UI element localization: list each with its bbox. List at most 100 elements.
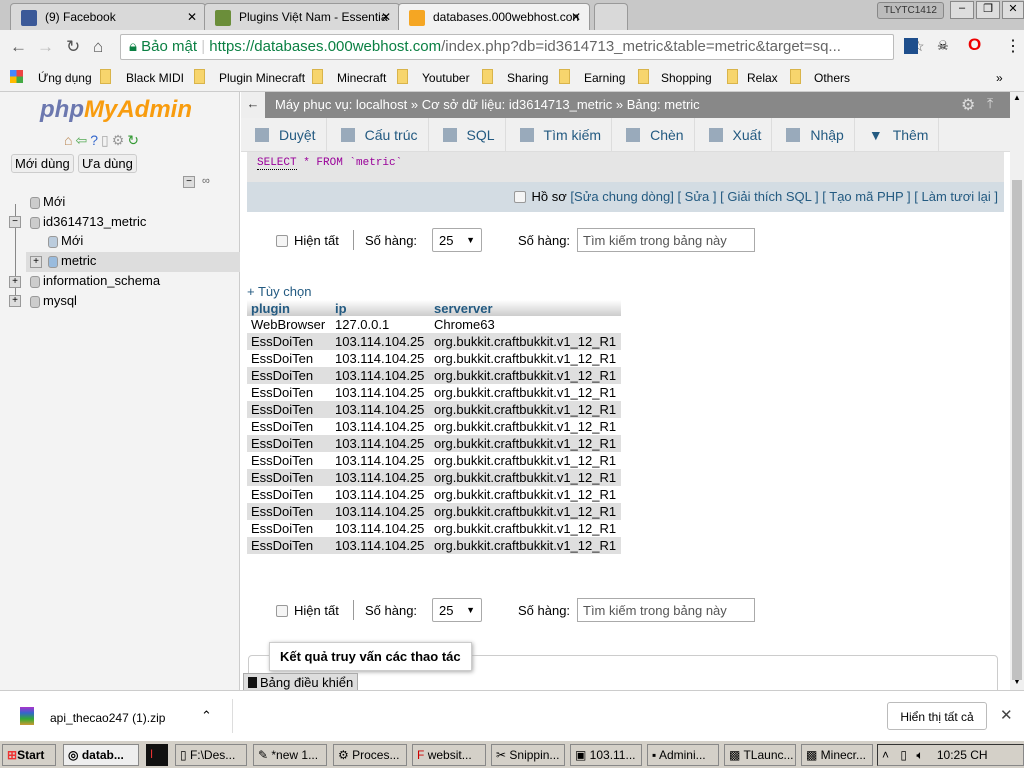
taskbar-item[interactable]: ▩ TLaunc... — [724, 744, 796, 766]
taskbar-item[interactable]: ▪ Admini... — [647, 744, 719, 766]
table-row[interactable]: EssDoiTen 103.114.104.25 org.bukkit.craftb… — [247, 537, 621, 554]
tab-import[interactable]: Nhập — [772, 118, 855, 152]
tree-new-db[interactable]: Mới — [30, 194, 65, 209]
bookmark-apps[interactable]: Ứng dụng — [38, 71, 92, 85]
table-cell-serverver[interactable]: Chrome63 — [430, 316, 621, 333]
bookmark-plugin-minecraft[interactable]: Plugin Minecraft — [219, 71, 305, 85]
collapse-all-icon[interactable]: − — [183, 176, 195, 188]
table-cell-ip[interactable]: 103.114.104.25 — [331, 503, 430, 520]
tab-structure[interactable]: Cấu trúc — [327, 118, 429, 152]
table-cell-plugin[interactable]: EssDoiTen — [247, 435, 331, 452]
minimize-button[interactable]: – — [950, 1, 974, 19]
home-icon[interactable]: ⌂ — [93, 37, 103, 57]
table-cell-ip[interactable]: 127.0.0.1 — [331, 316, 430, 333]
reload-icon[interactable]: ↻ — [66, 37, 80, 57]
column-serverver[interactable]: serverver — [430, 300, 621, 316]
table-cell-serverver[interactable]: org.bukkit.craftbukkit.v1_12_R1 — [430, 520, 621, 537]
collapse-icon[interactable]: − — [9, 216, 21, 228]
taskbar-item[interactable]: ✂ Snippin... — [491, 744, 565, 766]
table-cell-plugin[interactable]: EssDoiTen — [247, 520, 331, 537]
taskbar-item[interactable]: ◎ datab... — [63, 744, 139, 766]
table-cell-ip[interactable]: 103.114.104.25 — [331, 418, 430, 435]
table-cell-serverver[interactable]: org.bukkit.craftbukkit.v1_12_R1 — [430, 469, 621, 486]
table-cell-plugin[interactable]: EssDoiTen — [247, 537, 331, 554]
table-cell-plugin[interactable]: EssDoiTen — [247, 333, 331, 350]
phpmyadmin-logo[interactable]: phpMyAdmin — [40, 96, 192, 124]
tree-new-table[interactable]: Mới — [48, 233, 83, 248]
expand-icon[interactable]: + — [30, 256, 42, 268]
inline-edit-link[interactable]: [Sửa chung dòng] — [570, 189, 673, 204]
bookmark-youtuber[interactable]: Youtuber — [422, 71, 470, 85]
taskbar-item[interactable]: F websit... — [412, 744, 486, 766]
table-row[interactable]: EssDoiTen 103.114.104.25 org.bukkit.craftb… — [247, 452, 621, 469]
tab-insert[interactable]: Chèn — [612, 118, 695, 152]
tree-db-id3614713-metric[interactable]: id3614713_metric — [30, 214, 146, 229]
logout-icon[interactable]: ⇦ — [75, 132, 90, 148]
breadcrumb-server[interactable]: Máy phục vụ: localhost » — [275, 97, 418, 112]
table-cell-plugin[interactable]: EssDoiTen — [247, 401, 331, 418]
bookmark-shopping[interactable]: Shopping — [661, 71, 712, 85]
table-cell-plugin[interactable]: EssDoiTen — [247, 384, 331, 401]
table-cell-serverver[interactable]: org.bukkit.craftbukkit.v1_12_R1 — [430, 435, 621, 452]
table-cell-ip[interactable]: 103.114.104.25 — [331, 452, 430, 469]
table-cell-serverver[interactable]: org.bukkit.craftbukkit.v1_12_R1 — [430, 503, 621, 520]
table-cell-plugin[interactable]: EssDoiTen — [247, 452, 331, 469]
tree-db-information-schema[interactable]: information_schema — [30, 273, 160, 288]
favorites-button[interactable]: Ưa dùng — [78, 154, 137, 173]
filter-input[interactable]: Tìm kiếm trong bảng này — [577, 228, 755, 252]
url-input[interactable]: 🔒︎ Bảo mật | https://databases.000webhos… — [120, 34, 894, 60]
table-row[interactable]: EssDoiTen 103.114.104.25 org.bukkit.craftb… — [247, 333, 621, 350]
table-cell-ip[interactable]: 103.114.104.25 — [331, 537, 430, 554]
table-cell-plugin[interactable]: EssDoiTen — [247, 418, 331, 435]
recent-button[interactable]: Mới dùng — [11, 154, 74, 173]
rows-select[interactable]: 25 ▼ — [432, 598, 482, 622]
close-icon[interactable]: ✕ — [381, 10, 391, 24]
table-row[interactable]: EssDoiTen 103.114.104.25 org.bukkit.craftb… — [247, 503, 621, 520]
table-cell-serverver[interactable]: org.bukkit.craftbukkit.v1_12_R1 — [430, 537, 621, 554]
bookmark-minecraft[interactable]: Minecraft — [337, 71, 386, 85]
expand-icon[interactable]: + — [9, 276, 21, 288]
settings-icon[interactable]: ⚙ — [112, 132, 128, 148]
close-icon[interactable]: ✕ — [187, 10, 197, 24]
restore-button[interactable]: ❐ — [976, 1, 1000, 19]
table-cell-serverver[interactable]: org.bukkit.craftbukkit.v1_12_R1 — [430, 384, 621, 401]
new-tab-button[interactable] — [594, 3, 628, 30]
scrollbar-thumb[interactable] — [1012, 180, 1022, 680]
options-link[interactable]: + Tùy chọn — [247, 284, 311, 299]
table-cell-ip[interactable]: 103.114.104.25 — [331, 384, 430, 401]
table-row[interactable]: EssDoiTen 103.114.104.25 org.bukkit.craftb… — [247, 520, 621, 537]
tray-expand-icon[interactable]: ˄ — [882, 748, 889, 762]
table-cell-serverver[interactable]: org.bukkit.craftbukkit.v1_12_R1 — [430, 418, 621, 435]
profile-button[interactable]: TLYTC1412 — [876, 2, 944, 19]
profiling-checkbox[interactable] — [513, 191, 526, 203]
table-cell-ip[interactable]: 103.114.104.25 — [331, 367, 430, 384]
docs-icon[interactable]: ▯ — [101, 132, 112, 148]
settings-icon[interactable]: ⚙ — [961, 95, 975, 115]
table-row[interactable]: EssDoiTen 103.114.104.25 org.bukkit.craftb… — [247, 367, 621, 384]
table-row[interactable]: EssDoiTen 103.114.104.25 org.bukkit.craftb… — [247, 384, 621, 401]
expand-icon[interactable]: + — [9, 295, 21, 307]
filter-input[interactable]: Tìm kiếm trong bảng này — [577, 598, 755, 622]
close-window-button[interactable]: ✕ — [1002, 1, 1024, 19]
skull-extension-icon[interactable]: ☠ — [937, 38, 949, 54]
table-row[interactable]: EssDoiTen 103.114.104.25 org.bukkit.craftb… — [247, 469, 621, 486]
table-cell-ip[interactable]: 103.114.104.25 — [331, 401, 430, 418]
table-row[interactable]: WebBrowser 127.0.0.1 Chrome63 — [247, 316, 621, 333]
bookmark-sharing[interactable]: Sharing — [507, 71, 548, 85]
taskbar-item[interactable]: ✎ *new 1... — [253, 744, 327, 766]
table-cell-serverver[interactable]: org.bukkit.craftbukkit.v1_12_R1 — [430, 401, 621, 418]
bookmark-others[interactable]: Others — [814, 71, 850, 85]
table-cell-serverver[interactable]: org.bukkit.craftbukkit.v1_12_R1 — [430, 452, 621, 469]
rows-select[interactable]: 25 ▼ — [432, 228, 482, 252]
create-php-link[interactable]: [ Tạo mã PHP ] — [822, 189, 910, 204]
table-cell-ip[interactable]: 103.114.104.25 — [331, 486, 430, 503]
back-arrow-icon[interactable]: ← — [241, 92, 265, 118]
sql-keyword[interactable]: SELECT — [257, 157, 297, 170]
show-all-checkbox[interactable] — [276, 605, 288, 617]
opera-icon[interactable]: O — [968, 35, 981, 55]
bookmark-black-midi[interactable]: Black MIDI — [126, 71, 184, 85]
more-bookmarks-icon[interactable]: » — [996, 71, 1003, 85]
close-icon[interactable]: ✕ — [571, 10, 581, 24]
chevron-up-icon[interactable]: ⌃ — [201, 708, 212, 724]
breadcrumb-database[interactable]: Cơ sở dữ liệu: id3614713_metric » — [422, 97, 623, 112]
